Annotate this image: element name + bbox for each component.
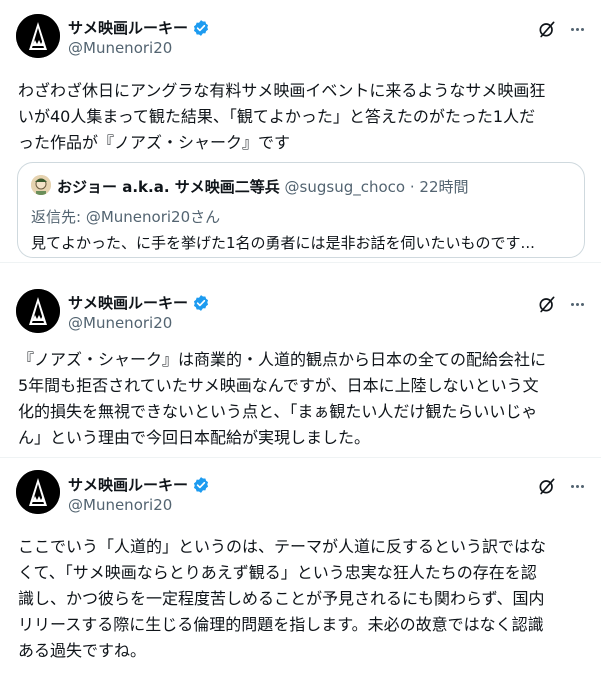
- tweet-line: ここでいう「人道的」というのは、テーマが人道に反するという訳ではな: [18, 537, 547, 556]
- tweet-line: 『ノアズ・シャーク』は商業的・人道的観点から日本の全ての配給会社に: [18, 350, 547, 369]
- tweet-text: 『ノアズ・シャーク』は商業的・人道的観点から日本の全ての配給会社に 5年間も拒否…: [18, 347, 588, 451]
- tweet-line: 化的損失を無視できないという点と、「まぁ観たい人だけ観たらいいじゃ: [18, 402, 538, 421]
- more-icon[interactable]: [567, 476, 587, 496]
- shark-avatar-icon[interactable]: [16, 14, 60, 58]
- tweet-text: ここでいう「人道的」というのは、テーマが人道に反するという訳ではな くて、「サメ…: [18, 534, 588, 664]
- verified-badge-icon: [193, 476, 209, 493]
- tweet-text: わざわざ休日にアングラな有料サメ映画イベントに来るようなサメ映画狂 いが40人集…: [18, 78, 588, 156]
- tweet-3[interactable]: サメ映画ルーキー @Munenori20 ここでいう「人道的」というのは、テーマ…: [0, 458, 601, 676]
- grok-icon[interactable]: [537, 19, 557, 39]
- author-name[interactable]: サメ映画ルーキー: [68, 474, 188, 495]
- author-name[interactable]: サメ映画ルーキー: [68, 17, 188, 38]
- quoted-tweet[interactable]: おジョー a.k.a. サメ映画二等兵 @sugsug_choco · 22時間…: [17, 162, 585, 258]
- quote-author-name[interactable]: おジョー a.k.a. サメ映画二等兵: [57, 178, 280, 196]
- quote-author-handle[interactable]: @sugsug_choco: [285, 178, 406, 196]
- tweet-2[interactable]: サメ映画ルーキー @Munenori20 『ノアズ・シャーク』は商業的・人道的観…: [0, 263, 601, 457]
- author-row: サメ映画ルーキー: [68, 17, 210, 38]
- grok-icon[interactable]: [537, 294, 557, 314]
- quote-header: おジョー a.k.a. サメ映画二等兵 @sugsug_choco · 22時間: [57, 176, 469, 197]
- quote-avatar-icon[interactable]: [31, 175, 51, 195]
- tweet-line: 5年間も拒否されていたサメ映画なんですが、日本に上陸しないという文: [18, 376, 539, 395]
- author-handle[interactable]: @Munenori20: [68, 314, 172, 332]
- more-icon[interactable]: [567, 19, 587, 39]
- quote-reply-to: 返信先: @Munenori20さん: [31, 208, 221, 226]
- tweet-1[interactable]: サメ映画ルーキー @Munenori20 わざわざ休日にアングラな有料サメ映画イ…: [0, 0, 601, 262]
- tweet-line: ん」という理由で今回日本配給が実現しました。: [18, 428, 371, 447]
- shark-avatar-icon[interactable]: [16, 470, 60, 514]
- tweet-line: 識し、かつ彼らを一定程度苦しめることが予見されるにも関わらず、国内: [18, 589, 545, 608]
- tweet-line: った作品が『ノアズ・シャーク』です: [18, 133, 291, 152]
- quote-text: 見てよかった、に手を挙げた1名の勇者には是非お話を伺いたいものです...: [31, 234, 535, 252]
- quote-timestamp[interactable]: 22時間: [419, 178, 468, 196]
- more-icon[interactable]: [567, 294, 587, 314]
- author-name[interactable]: サメ映画ルーキー: [68, 292, 188, 313]
- verified-badge-icon: [193, 294, 209, 311]
- quote-separator: ·: [405, 178, 420, 196]
- tweet-line: リリースする際に生じる倫理的問題を指します。未必の故意ではなく認識: [18, 615, 544, 634]
- grok-icon[interactable]: [537, 476, 557, 496]
- verified-badge-icon: [193, 19, 209, 36]
- tweet-line: いが40人集まって観た結果、「観てよかった」と答えたのがたった1人だ: [18, 107, 536, 126]
- author-row: サメ映画ルーキー: [68, 292, 210, 313]
- tweet-line: くて、「サメ映画ならとりあえず観る」という忠実な狂人たちの存在を認: [18, 563, 537, 582]
- shark-avatar-icon[interactable]: [16, 289, 60, 333]
- tweet-line: わざわざ休日にアングラな有料サメ映画イベントに来るようなサメ映画狂: [18, 81, 546, 100]
- author-row: サメ映画ルーキー: [68, 474, 210, 495]
- author-handle[interactable]: @Munenori20: [68, 496, 172, 514]
- tweet-line: ある過失ですね。: [18, 641, 147, 660]
- author-handle[interactable]: @Munenori20: [68, 39, 172, 57]
